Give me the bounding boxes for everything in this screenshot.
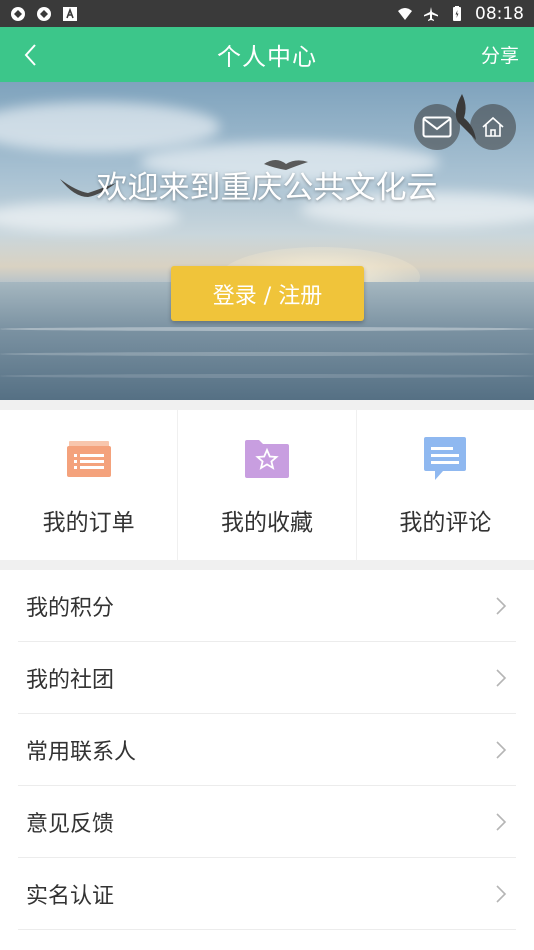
back-button[interactable] [10, 27, 50, 82]
chevron-right-icon [496, 669, 507, 687]
menu-item-label: 我的积分 [26, 595, 115, 621]
comment-icon [421, 435, 469, 483]
profile-banner: 欢迎来到重庆公共文化云 登录 / 注册 [0, 82, 534, 400]
status-time: 08:18 [475, 3, 524, 24]
quick-label: 我的收藏 [220, 510, 313, 536]
welcome-text: 欢迎来到重庆公共文化云 [96, 170, 438, 206]
share-button[interactable]: 分享 [481, 27, 519, 82]
menu-list: 我的积分 我的社团 常用联系人 意见反馈 实名认证 [0, 570, 534, 930]
menu-item-label: 我的社团 [26, 667, 115, 693]
mail-icon [422, 116, 452, 138]
quick-label: 我的订单 [42, 510, 135, 536]
app-a-icon [63, 6, 77, 21]
order-icon [65, 435, 113, 483]
menu-item-clubs[interactable]: 我的社团 [18, 642, 516, 714]
chevron-right-icon [496, 597, 507, 615]
home-icon [482, 116, 504, 137]
status-left-icons [10, 6, 78, 22]
quick-label: 我的评论 [399, 510, 492, 536]
airplane-icon [424, 6, 438, 21]
status-right-icons: 08:18 [397, 4, 524, 24]
quick-entries: 我的订单 我的收藏 我的评论 [0, 410, 534, 560]
chevron-right-icon [496, 813, 507, 831]
page-title: 个人中心 [217, 43, 317, 71]
message-button[interactable] [414, 104, 460, 150]
menu-item-label: 意见反馈 [26, 811, 115, 837]
nav-bar: 个人中心 分享 [0, 27, 534, 82]
chevron-right-icon [496, 741, 507, 759]
sync-icon [37, 6, 51, 21]
sync-icon [11, 6, 25, 21]
divider [0, 400, 534, 410]
back-arrow-icon [24, 43, 36, 66]
my-favorites-entry[interactable]: 我的收藏 [178, 410, 357, 560]
my-orders-entry[interactable]: 我的订单 [0, 410, 179, 560]
login-register-button[interactable]: 登录 / 注册 [171, 266, 364, 321]
menu-item-feedback[interactable]: 意见反馈 [18, 786, 516, 858]
menu-item-label: 常用联系人 [26, 739, 137, 765]
home-button[interactable] [470, 104, 516, 150]
chevron-right-icon [496, 885, 507, 903]
status-bar: 08:18 [0, 0, 534, 27]
battery-icon [453, 5, 461, 21]
wifi-icon [398, 7, 412, 20]
divider [0, 560, 534, 570]
my-comments-entry[interactable]: 我的评论 [357, 410, 534, 560]
favorite-folder-icon [243, 435, 291, 483]
menu-item-verification[interactable]: 实名认证 [18, 858, 516, 930]
menu-item-points[interactable]: 我的积分 [18, 570, 516, 642]
menu-item-label: 实名认证 [26, 883, 115, 909]
menu-item-contacts[interactable]: 常用联系人 [18, 714, 516, 786]
